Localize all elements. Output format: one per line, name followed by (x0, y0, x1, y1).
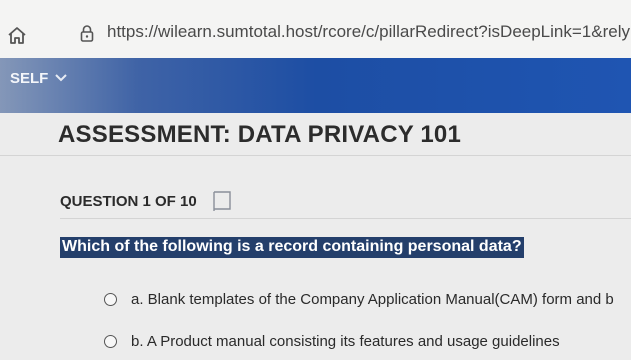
answer-option-label: a. Blank templates of the Company Applic… (131, 290, 614, 308)
radio-button-icon[interactable] (104, 292, 117, 306)
radio-button-icon[interactable] (104, 334, 117, 348)
browser-address-bar: https://wilearn.sumtotal.host/rcore/c/pi… (0, 0, 631, 59)
flag-bookmark-icon[interactable] (210, 189, 234, 213)
divider (60, 218, 631, 219)
assessment-content: ASSESSMENT: DATA PRIVACY 101 QUESTION 1 … (0, 113, 631, 360)
answer-option-b[interactable]: b. A Product manual consisting its featu… (104, 331, 560, 351)
chevron-down-icon (55, 74, 68, 82)
page-title: ASSESSMENT: DATA PRIVACY 101 (58, 121, 462, 148)
url-text[interactable]: https://wilearn.sumtotal.host/rcore/c/pi… (107, 22, 631, 42)
self-menu-label: SELF (10, 69, 49, 87)
self-menu-button[interactable]: SELF (10, 68, 68, 88)
divider (0, 155, 631, 156)
lock-icon[interactable] (80, 24, 94, 42)
home-icon[interactable] (6, 24, 28, 46)
answer-option-label: b. A Product manual consisting its featu… (131, 332, 560, 350)
question-text: Which of the following is a record conta… (60, 237, 524, 258)
answer-option-a[interactable]: a. Blank templates of the Company Applic… (104, 289, 614, 309)
question-counter: QUESTION 1 OF 10 (60, 193, 197, 210)
top-navbar: SELF (0, 58, 631, 113)
